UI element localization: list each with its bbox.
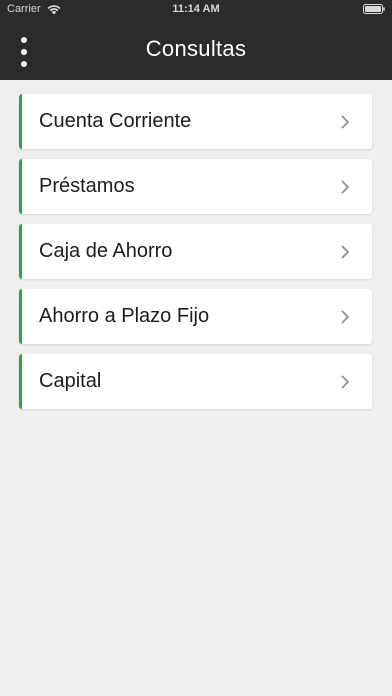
chevron-right-icon: [341, 375, 349, 388]
list-item-cuenta-corriente[interactable]: Cuenta Corriente: [19, 94, 372, 149]
list-item-capital[interactable]: Capital: [19, 354, 372, 409]
status-bar: Carrier 11:14 AM: [0, 0, 392, 20]
list-item-label: Caja de Ahorro: [39, 240, 173, 262]
list-item-label: Cuenta Corriente: [39, 110, 192, 132]
consultas-list: Cuenta Corriente Préstamos Caja de Ahorr…: [19, 94, 372, 419]
list-item-prestamos[interactable]: Préstamos: [19, 159, 372, 214]
chevron-right-icon: [341, 245, 349, 258]
chevron-right-icon: [341, 310, 349, 323]
status-time: 11:14 AM: [172, 3, 220, 15]
battery-icon: [363, 4, 385, 14]
chevron-right-icon: [341, 180, 349, 193]
screen: Carrier 11:14 AM Consultas Cuenta Corrie…: [0, 0, 392, 696]
list-item-ahorro-plazo-fijo[interactable]: Ahorro a Plazo Fijo: [19, 289, 372, 344]
page-title: Consultas: [145, 36, 247, 61]
chevron-right-icon: [341, 115, 349, 128]
list-item-caja-de-ahorro[interactable]: Caja de Ahorro: [19, 224, 372, 279]
app-header: Carrier 11:14 AM Consultas: [0, 0, 392, 80]
list-item-label: Capital: [39, 370, 102, 392]
list-item-label: Ahorro a Plazo Fijo: [39, 305, 210, 327]
list-item-label: Préstamos: [39, 175, 135, 197]
